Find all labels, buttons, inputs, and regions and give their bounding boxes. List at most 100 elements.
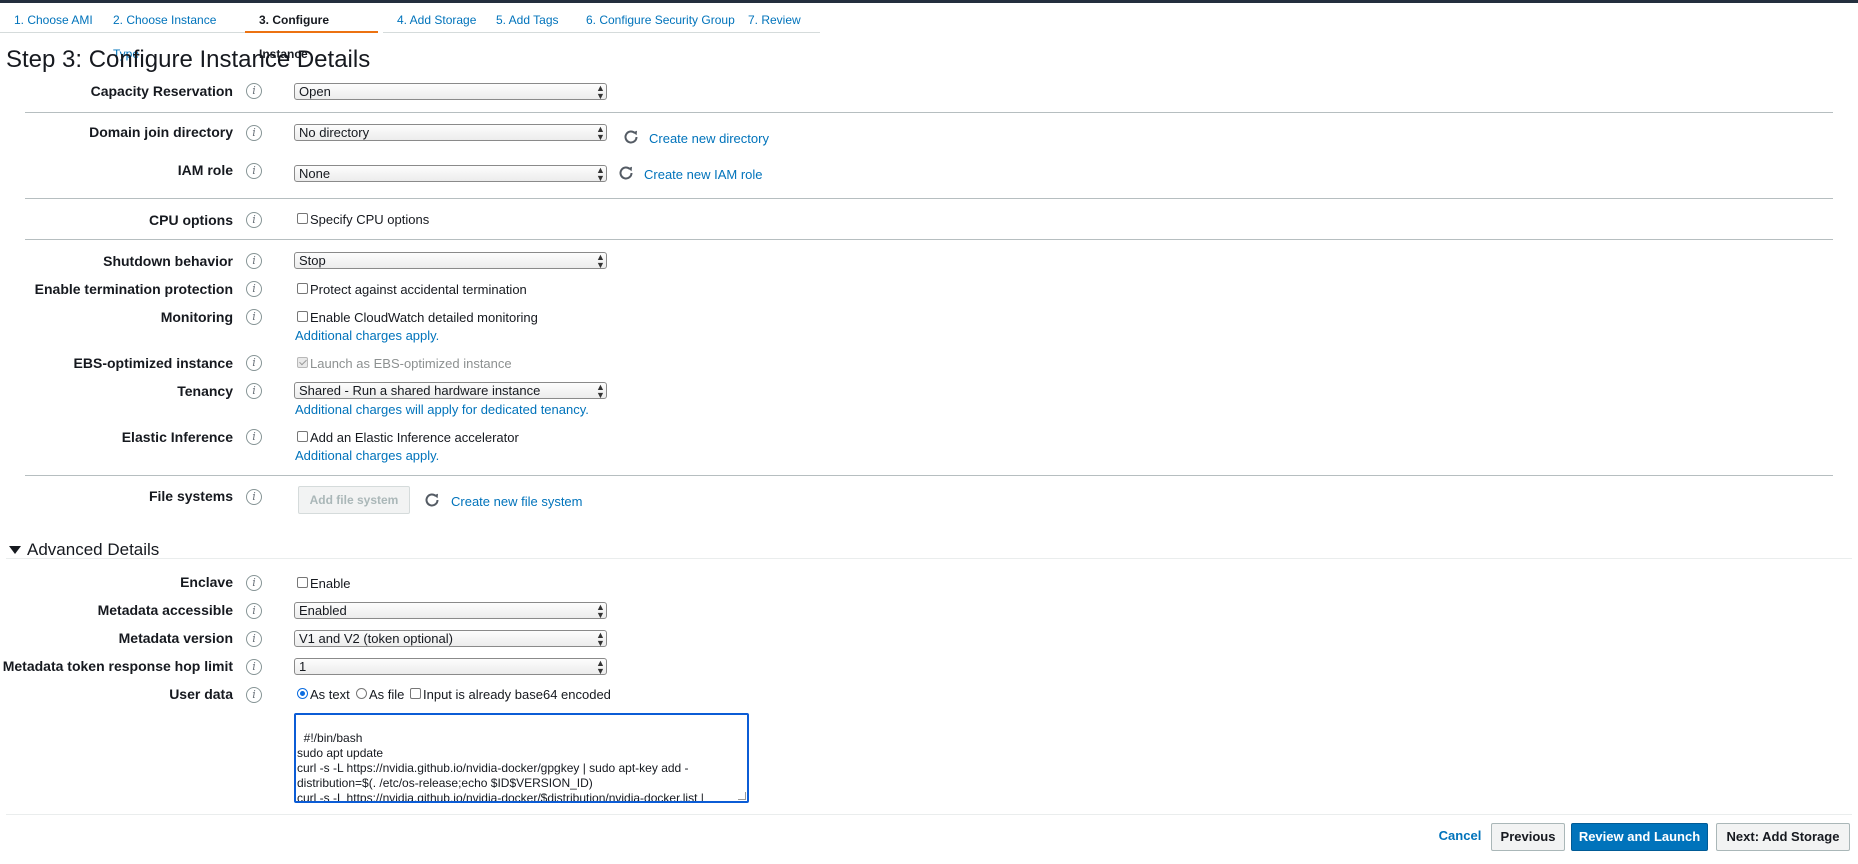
tenancy-value: Shared - Run a shared hardware instance bbox=[299, 383, 541, 398]
cpu-options-checkbox[interactable] bbox=[297, 213, 308, 224]
as-text-label: As text bbox=[310, 687, 350, 702]
tab-review[interactable]: 7. Review bbox=[734, 3, 820, 33]
user-data-label: User data bbox=[169, 686, 233, 702]
info-icon[interactable]: i bbox=[246, 489, 262, 505]
tab-choose-ami[interactable]: 1. Choose AMI bbox=[0, 3, 100, 33]
info-icon[interactable]: i bbox=[246, 631, 262, 647]
info-icon[interactable]: i bbox=[246, 125, 262, 141]
info-icon[interactable]: i bbox=[246, 281, 262, 297]
ebs-optimized-checkbox bbox=[297, 357, 308, 368]
metadata-version-value: V1 and V2 (token optional) bbox=[299, 631, 453, 646]
create-new-directory-link[interactable]: Create new directory bbox=[649, 131, 769, 146]
select-arrows-icon: ▲ ▼ bbox=[596, 382, 605, 400]
shutdown-behavior-label: Shutdown behavior bbox=[103, 253, 233, 269]
info-icon[interactable]: i bbox=[246, 355, 262, 371]
termination-protection-checkbox-label: Protect against accidental termination bbox=[310, 282, 527, 297]
user-data-textarea[interactable]: #!/bin/bash sudo apt update curl -s -L h… bbox=[294, 713, 749, 803]
info-icon[interactable]: i bbox=[246, 83, 262, 99]
info-icon[interactable]: i bbox=[246, 212, 262, 228]
info-icon[interactable]: i bbox=[246, 309, 262, 325]
elastic-inference-checkbox[interactable] bbox=[297, 431, 308, 442]
hop-limit-label: Metadata token response hop limit bbox=[2, 658, 233, 674]
shutdown-behavior-value: Stop bbox=[299, 253, 326, 268]
metadata-version-label: Metadata version bbox=[118, 630, 233, 646]
info-icon[interactable]: i bbox=[246, 687, 262, 703]
cancel-button[interactable]: Cancel bbox=[1430, 823, 1490, 851]
enclave-label: Enclave bbox=[180, 574, 233, 590]
domain-join-label: Domain join directory bbox=[89, 124, 233, 140]
as-file-label: As file bbox=[369, 687, 405, 702]
create-new-file-system-link[interactable]: Create new file system bbox=[451, 494, 583, 509]
select-arrows-icon: ▲ ▼ bbox=[596, 602, 605, 620]
ebs-optimized-label: EBS-optimized instance bbox=[73, 355, 233, 371]
monitoring-charges-link[interactable]: Additional charges apply. bbox=[295, 328, 439, 343]
tab-choose-instance-type[interactable]: 2. Choose Instance Type bbox=[99, 3, 245, 61]
iam-role-label: IAM role bbox=[177, 162, 233, 178]
info-icon[interactable]: i bbox=[246, 163, 262, 179]
add-file-system-button: Add file system bbox=[298, 486, 410, 514]
domain-join-select[interactable]: No directory ▲ ▼ bbox=[294, 124, 607, 142]
tenancy-select[interactable]: Shared - Run a shared hardware instance … bbox=[294, 382, 607, 400]
refresh-icon[interactable] bbox=[622, 128, 640, 146]
select-arrows-icon: ▲ ▼ bbox=[596, 165, 605, 183]
capacity-reservation-label: Capacity Reservation bbox=[90, 83, 233, 99]
refresh-icon[interactable] bbox=[423, 491, 441, 509]
divider bbox=[6, 558, 1852, 559]
metadata-version-select[interactable]: V1 and V2 (token optional) ▲ ▼ bbox=[294, 630, 607, 648]
as-file-radio[interactable] bbox=[356, 688, 367, 699]
cpu-options-label: CPU options bbox=[149, 212, 233, 228]
select-arrows-icon: ▲ ▼ bbox=[596, 124, 605, 142]
base64-label: Input is already base64 encoded bbox=[423, 687, 611, 702]
divider bbox=[25, 198, 1833, 199]
review-and-launch-button[interactable]: Review and Launch bbox=[1571, 823, 1708, 851]
termination-protection-checkbox[interactable] bbox=[297, 283, 308, 294]
info-icon[interactable]: i bbox=[246, 603, 262, 619]
tab-configure-instance[interactable]: 3. Configure Instance bbox=[245, 3, 378, 61]
select-arrows-icon: ▲ ▼ bbox=[596, 630, 605, 648]
elastic-inference-charges-link[interactable]: Additional charges apply. bbox=[295, 448, 439, 463]
elastic-inference-label: Elastic Inference bbox=[121, 429, 233, 445]
refresh-icon[interactable] bbox=[617, 164, 635, 182]
monitoring-checkbox[interactable] bbox=[297, 311, 308, 322]
hop-limit-select[interactable]: 1 ▲ ▼ bbox=[294, 658, 607, 676]
shutdown-behavior-select[interactable]: Stop ▲ ▼ bbox=[294, 252, 607, 270]
capacity-reservation-value: Open bbox=[299, 84, 331, 99]
next-add-storage-button[interactable]: Next: Add Storage bbox=[1716, 823, 1850, 851]
tenancy-charges-link[interactable]: Additional charges will apply for dedica… bbox=[295, 402, 589, 417]
page-title: Step 3: Configure Instance Details bbox=[6, 46, 371, 73]
resize-handle[interactable] bbox=[738, 792, 746, 800]
enclave-checkbox[interactable] bbox=[297, 577, 308, 588]
info-icon[interactable]: i bbox=[246, 253, 262, 269]
info-icon[interactable]: i bbox=[246, 575, 262, 591]
hop-limit-value: 1 bbox=[299, 659, 307, 674]
divider bbox=[25, 112, 1833, 113]
select-arrows-icon: ▲ ▼ bbox=[596, 83, 605, 101]
divider bbox=[6, 814, 1852, 815]
divider bbox=[25, 239, 1833, 240]
tab-add-storage[interactable]: 4. Add Storage bbox=[383, 3, 483, 33]
capacity-reservation-select[interactable]: Open ▲ ▼ bbox=[294, 83, 607, 101]
monitoring-checkbox-label: Enable CloudWatch detailed monitoring bbox=[310, 310, 538, 325]
iam-role-select[interactable]: None ▲ ▼ bbox=[294, 165, 607, 183]
user-data-content: #!/bin/bash sudo apt update curl -s -L h… bbox=[297, 731, 704, 803]
info-icon[interactable]: i bbox=[246, 659, 262, 675]
info-icon[interactable]: i bbox=[246, 429, 262, 445]
create-new-iam-role-link[interactable]: Create new IAM role bbox=[644, 167, 763, 182]
base64-checkbox[interactable] bbox=[410, 688, 421, 699]
tab-add-tags[interactable]: 5. Add Tags bbox=[482, 3, 572, 33]
metadata-accessible-label: Metadata accessible bbox=[97, 602, 233, 618]
tenancy-label: Tenancy bbox=[177, 383, 233, 399]
elastic-inference-checkbox-label: Add an Elastic Inference accelerator bbox=[310, 430, 519, 445]
previous-button[interactable]: Previous bbox=[1491, 823, 1565, 851]
divider bbox=[25, 475, 1833, 476]
metadata-accessible-select[interactable]: Enabled ▲ ▼ bbox=[294, 602, 607, 620]
iam-role-value: None bbox=[299, 166, 331, 181]
tab-configure-security-group[interactable]: 6. Configure Security Group bbox=[572, 3, 735, 33]
enclave-checkbox-label: Enable bbox=[310, 576, 351, 591]
cpu-options-checkbox-label: Specify CPU options bbox=[310, 212, 430, 227]
info-icon[interactable]: i bbox=[246, 383, 262, 399]
file-systems-label: File systems bbox=[148, 488, 233, 504]
caret-down-icon[interactable] bbox=[9, 546, 21, 554]
as-text-radio[interactable] bbox=[297, 688, 308, 699]
advanced-details-toggle[interactable]: Advanced Details bbox=[27, 540, 159, 560]
